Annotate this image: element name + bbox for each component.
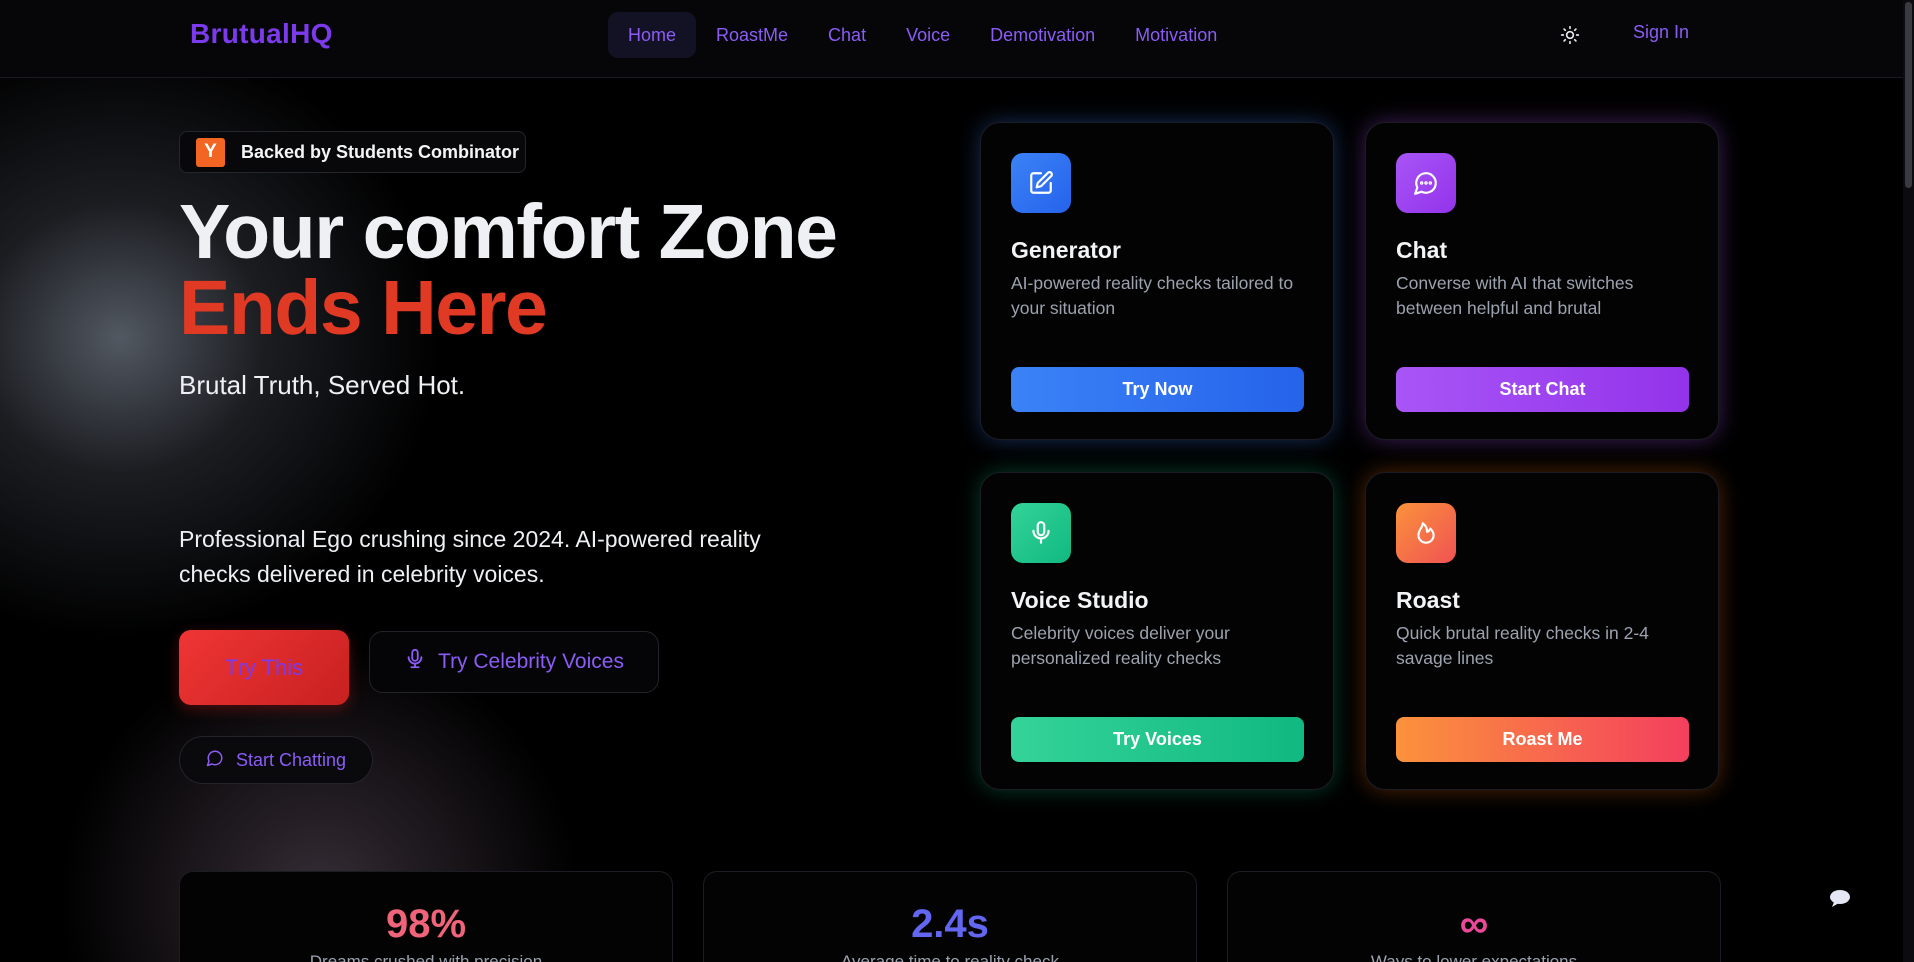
card-title: Generator xyxy=(1011,237,1121,263)
sun-icon[interactable] xyxy=(1557,22,1583,48)
chat-bubble-icon xyxy=(1396,153,1456,213)
stat-value: 2.4s xyxy=(911,902,989,946)
try-this-button[interactable]: Try This xyxy=(179,630,349,705)
badge-text: Backed by Students Combinator xyxy=(241,141,520,162)
card-title: Voice Studio xyxy=(1011,587,1149,613)
try-celebrity-voices-label: Try Celebrity Voices xyxy=(438,650,624,673)
card-title: Chat xyxy=(1396,237,1448,263)
stat-card-ways-to-lower: ∞ Ways to lower expectations xyxy=(1227,871,1721,962)
microphone-icon xyxy=(1011,503,1071,563)
start-chat-button[interactable]: Start Chat xyxy=(1396,367,1689,412)
feature-card-voice-studio: Voice Studio Celebrity voices deliver yo… xyxy=(980,472,1334,790)
roast-me-button[interactable]: Roast Me xyxy=(1396,717,1689,762)
sign-in-link[interactable]: Sign In xyxy=(1633,22,1689,43)
stat-card-average-time: 2.4s Average time to reality check xyxy=(703,871,1197,962)
stat-value: ∞ xyxy=(1459,902,1489,946)
chat-widget-icon[interactable] xyxy=(1828,888,1852,908)
stat-card-dreams-crushed: 98% Dreams crushed with precision xyxy=(179,871,673,962)
y-combinator-logo: Y xyxy=(196,137,225,167)
stat-label: Dreams crushed with precision xyxy=(309,952,543,962)
microphone-icon xyxy=(404,648,426,676)
card-title: Roast xyxy=(1396,587,1460,613)
card-description: Converse with AI that switches between h… xyxy=(1396,273,1634,318)
nav-link-chat[interactable]: Chat xyxy=(808,12,886,58)
card-description: Celebrity voices deliver your personaliz… xyxy=(1011,623,1230,668)
stat-label: Ways to lower expectations xyxy=(1370,952,1578,962)
stat-label: Average time to reality check xyxy=(841,952,1059,962)
try-now-button[interactable]: Try Now xyxy=(1011,367,1304,412)
flame-icon xyxy=(1396,503,1456,563)
nav-link-home[interactable]: Home xyxy=(608,12,697,58)
feature-card-roast: Roast Quick brutal reality checks in 2-4… xyxy=(1365,472,1719,790)
brand-logo[interactable]: BrutualHQ xyxy=(190,18,333,50)
hero-description: Professional Ego crushing since 2024. AI… xyxy=(179,526,761,587)
chat-bubble-icon xyxy=(206,749,224,772)
top-navbar: BrutualHQ Home RoastMe Chat Voice Demoti… xyxy=(0,0,1914,78)
try-this-label: Try This xyxy=(224,654,304,680)
try-celebrity-voices-button[interactable]: Try Celebrity Voices xyxy=(369,631,659,693)
backed-by-badge: Y Backed by Students Combinator xyxy=(179,131,526,173)
edit-icon xyxy=(1011,153,1071,213)
nav-link-voice[interactable]: Voice xyxy=(886,12,970,58)
feature-card-generator: Generator AI-powered reality checks tail… xyxy=(980,122,1334,440)
headline-line-2: Ends Here xyxy=(179,265,548,351)
nav-link-motivation[interactable]: Motivation xyxy=(1115,12,1237,58)
card-description: AI-powered reality checks tailored to yo… xyxy=(1011,273,1294,318)
start-chatting-button[interactable]: Start Chatting xyxy=(179,736,373,784)
start-chatting-label: Start Chatting xyxy=(235,749,347,770)
nav-links: Home RoastMe Chat Voice Demotivation Mot… xyxy=(608,12,1237,58)
nav-link-demotivation[interactable]: Demotivation xyxy=(970,12,1115,58)
nav-link-roastme[interactable]: RoastMe xyxy=(696,12,808,58)
tagline: Brutal Truth, Served Hot. xyxy=(179,370,466,400)
stat-value: 98% xyxy=(385,902,467,946)
card-description: Quick brutal reality checks in 2-4 savag… xyxy=(1396,623,1649,668)
scrollbar-thumb[interactable] xyxy=(1905,2,1912,188)
try-voices-button[interactable]: Try Voices xyxy=(1011,717,1304,762)
feature-card-chat: Chat Converse with AI that switches betw… xyxy=(1365,122,1719,440)
